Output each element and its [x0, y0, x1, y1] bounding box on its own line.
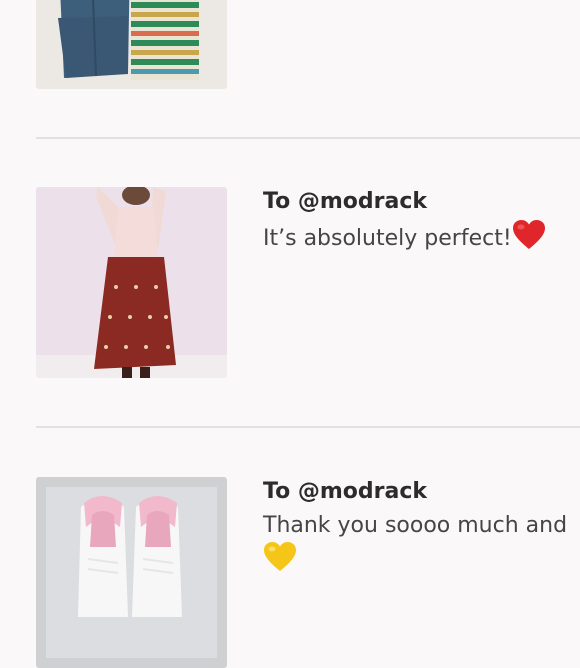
review-message: It’s absolutely perfect!: [263, 220, 580, 260]
review-photo-jeans-top[interactable]: [36, 0, 227, 89]
review-photo-skirt-outfit[interactable]: [36, 187, 227, 378]
review-message: Thank you soooo much and: [263, 510, 580, 582]
yellow-heart-icon: [263, 542, 297, 582]
review-item: To @modrack It’s absolutely perfect!: [0, 187, 580, 378]
divider: [36, 137, 580, 139]
divider: [36, 426, 580, 428]
review-item: [0, 0, 580, 140]
review-photo-sneakers[interactable]: [36, 477, 227, 668]
review-item: To @modrack Thank you soooo much and: [0, 477, 580, 668]
review-recipient[interactable]: To @modrack: [263, 479, 427, 504]
review-feed: To @modrack It’s absolutely perfect! To …: [0, 0, 580, 668]
red-heart-icon: [512, 220, 546, 260]
review-message-text: It’s absolutely perfect!: [263, 226, 512, 251]
review-recipient[interactable]: To @modrack: [263, 189, 427, 214]
review-message-text: Thank you soooo much and: [263, 513, 568, 538]
